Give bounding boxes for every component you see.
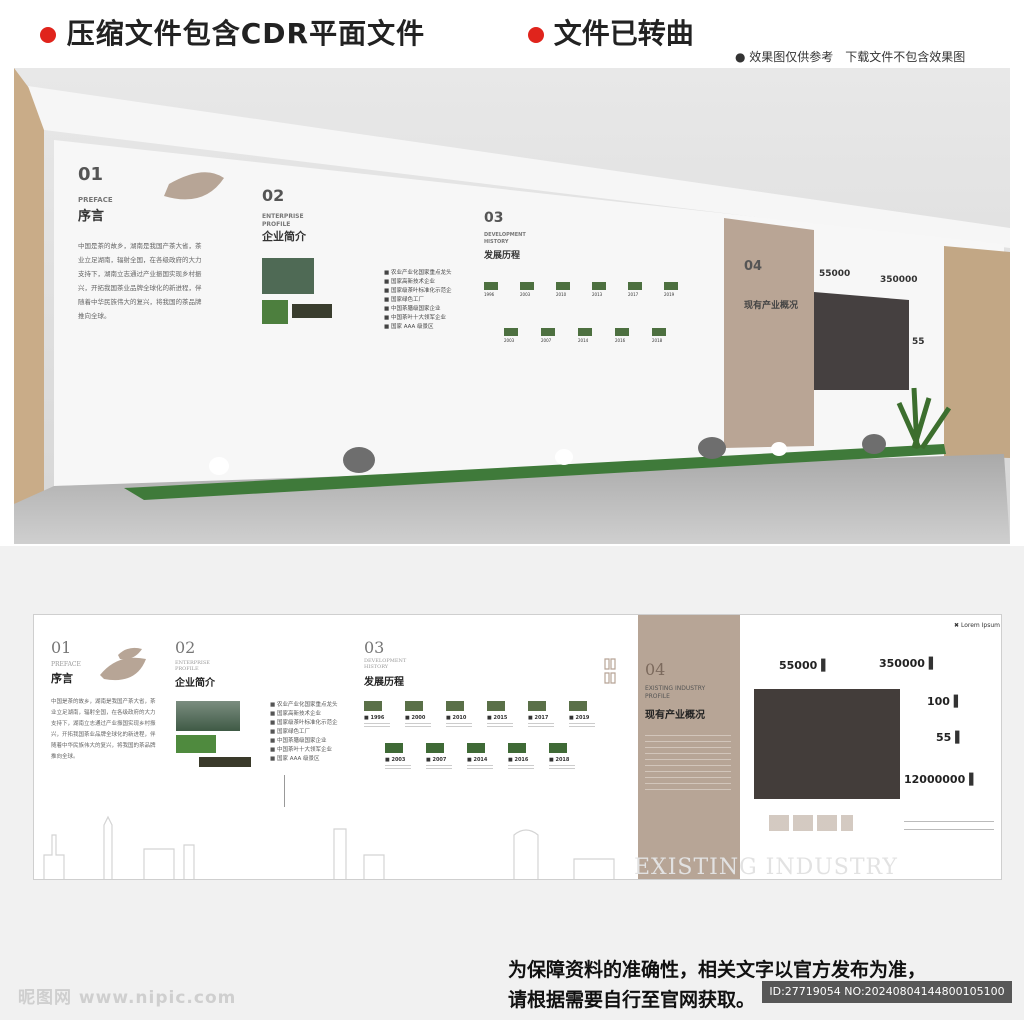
tan-column — [724, 218, 814, 448]
render-history-photo — [652, 328, 666, 336]
render-history-year: 2007 — [541, 338, 552, 343]
render-image: 01 PREFACE 序言 02 ENTERPRISE PROFILE 企业简介… — [14, 68, 1010, 544]
stat-number: 55 — [936, 731, 952, 744]
render-en-history: DEVELOPMENT — [484, 232, 526, 238]
render-cn-preface: 序言 — [78, 208, 104, 224]
render-stat-1: 55000 — [819, 269, 850, 279]
render-cn-profile: 企业简介 — [261, 229, 307, 243]
right-wood-wall — [944, 246, 1010, 458]
red-dot-icon — [40, 27, 56, 43]
render-history-photo — [484, 282, 498, 290]
industry-tags — [769, 815, 853, 831]
render-stat-2: 350000 — [880, 275, 918, 285]
render-profile-item: ■ 国家级茶叶标准化示范企 — [384, 286, 452, 294]
render-history-photo — [578, 328, 592, 336]
render-en-profile-2: PROFILE — [262, 221, 290, 228]
stat-value: 100 ▌ — [927, 695, 962, 708]
watermark: 昵图网 www.nipic.com — [18, 988, 237, 1008]
render-preface-line: 推向全球。 — [78, 311, 111, 320]
render-history-photo — [592, 282, 606, 290]
lamp-globe — [555, 449, 573, 465]
rock — [343, 447, 375, 473]
render-preface-line: 随着中华民族伟大的复兴，将我国的茶品牌 — [78, 297, 202, 306]
render-history-photo — [504, 328, 518, 336]
stat-number: 12000000 — [904, 773, 966, 786]
render-num-04: 04 — [744, 259, 762, 274]
render-profile-item: ■ 国家绿色工厂 — [384, 295, 424, 303]
render-history-year: 1996 — [484, 292, 495, 297]
render-en-preface: PREFACE — [78, 196, 113, 204]
stat-number: 350000 — [879, 657, 925, 670]
render-history-year: 2019 — [664, 292, 675, 297]
stat-value: 55 ▌ — [936, 731, 964, 744]
render-scene: 01 PREFACE 序言 02 ENTERPRISE PROFILE 企业简介… — [14, 68, 1010, 544]
title-right-text: 文件已转曲 — [553, 17, 694, 50]
flat-layout-panel: 01 PREFACE 序言 中国是茶的故乡，湖南是我国产茶大省，茶 业立足湖南，辐… — [33, 614, 1002, 880]
red-dot-icon — [528, 27, 544, 43]
stat-number: 100 — [927, 695, 950, 708]
render-history-year: 2013 — [592, 292, 603, 297]
title-left: 压缩文件包含CDR平面文件 — [40, 12, 425, 52]
render-preface-line: 中国是茶的故乡，湖南是我国产茶大省，茶 — [78, 241, 202, 250]
render-en-history-2: HISTORY — [484, 239, 509, 245]
render-profile-item: ■ 国家 AAA 级景区 — [384, 322, 434, 330]
rock — [862, 434, 886, 454]
render-history-photo — [541, 328, 555, 336]
render-history-photo — [556, 282, 570, 290]
lamp-globe — [209, 457, 229, 475]
render-profile-item: ■ 中国茶叶十大领军企业 — [384, 313, 446, 321]
stat-bar-icon: ▌ — [924, 657, 938, 670]
forest-photo — [262, 258, 314, 294]
city-skyline — [43, 815, 615, 879]
stat-value: 12000000 ▌ — [904, 773, 978, 786]
title-right: 文件已转曲 — [528, 12, 694, 52]
title-left-text: 压缩文件包含CDR平面文件 — [66, 17, 426, 50]
stat-value: 350000 ▌ — [879, 657, 937, 670]
render-cn-industry: 现有产业概况 — [744, 299, 798, 311]
stat-bar-icon: ▌ — [949, 695, 963, 708]
stat-value: 55000 ▌ — [779, 659, 830, 672]
forest-photo — [292, 304, 332, 318]
render-history-year: 2010 — [556, 292, 567, 297]
render-profile-item: ■ 国家高新技术企业 — [384, 277, 435, 285]
render-history-year: 2016 — [615, 338, 626, 343]
stat-bar-icon: ▌ — [817, 659, 830, 672]
disclaimer-note: ● 效果图仅供参考 下载文件不包含效果图 — [735, 50, 966, 64]
stat-bar-icon: ▌ — [965, 773, 978, 786]
render-cn-history: 发展历程 — [483, 249, 520, 261]
id-bar: ID:27719054 NO:20240804144800105100 — [762, 981, 1012, 1003]
render-history-year: 2018 — [652, 338, 663, 343]
render-profile-item: ■ 农业产业化国家重点龙头 — [384, 268, 452, 276]
render-history-photo — [628, 282, 642, 290]
stat-bar-icon: ▌ — [951, 731, 964, 744]
left-wood-wall — [14, 68, 44, 504]
render-preface-line: 兴，开拓我国茶业品牌全球化的新进程，伴 — [78, 283, 202, 292]
lamp-globe — [771, 442, 787, 456]
render-history-photo — [664, 282, 678, 290]
industry-legend — [904, 821, 994, 837]
render-preface-line: 业立足湖南，辐射全国，在各级政府的大力 — [78, 255, 202, 264]
forest-photo — [262, 300, 288, 324]
render-history-year: 2017 — [628, 292, 639, 297]
rock — [698, 437, 726, 459]
render-preface-line: 支持下，湖南立志通过产业振国实现乡村振 — [78, 269, 202, 278]
display-screen — [814, 292, 909, 390]
render-num-01: 01 — [78, 164, 103, 185]
render-en-profile: ENTERPRISE — [262, 213, 304, 220]
render-num-02: 02 — [262, 186, 284, 205]
render-history-year: 2003 — [520, 292, 531, 297]
render-history-photo — [520, 282, 534, 290]
render-history-photo — [615, 328, 629, 336]
render-num-03: 03 — [484, 210, 503, 226]
render-history-year: 2014 — [578, 338, 589, 343]
render-history-year: 2003 — [504, 338, 515, 343]
render-stat-3: 55 — [912, 337, 925, 347]
render-profile-item: ■ 中国茶膳级国家企业 — [384, 304, 441, 312]
stat-number: 55000 — [779, 659, 818, 672]
